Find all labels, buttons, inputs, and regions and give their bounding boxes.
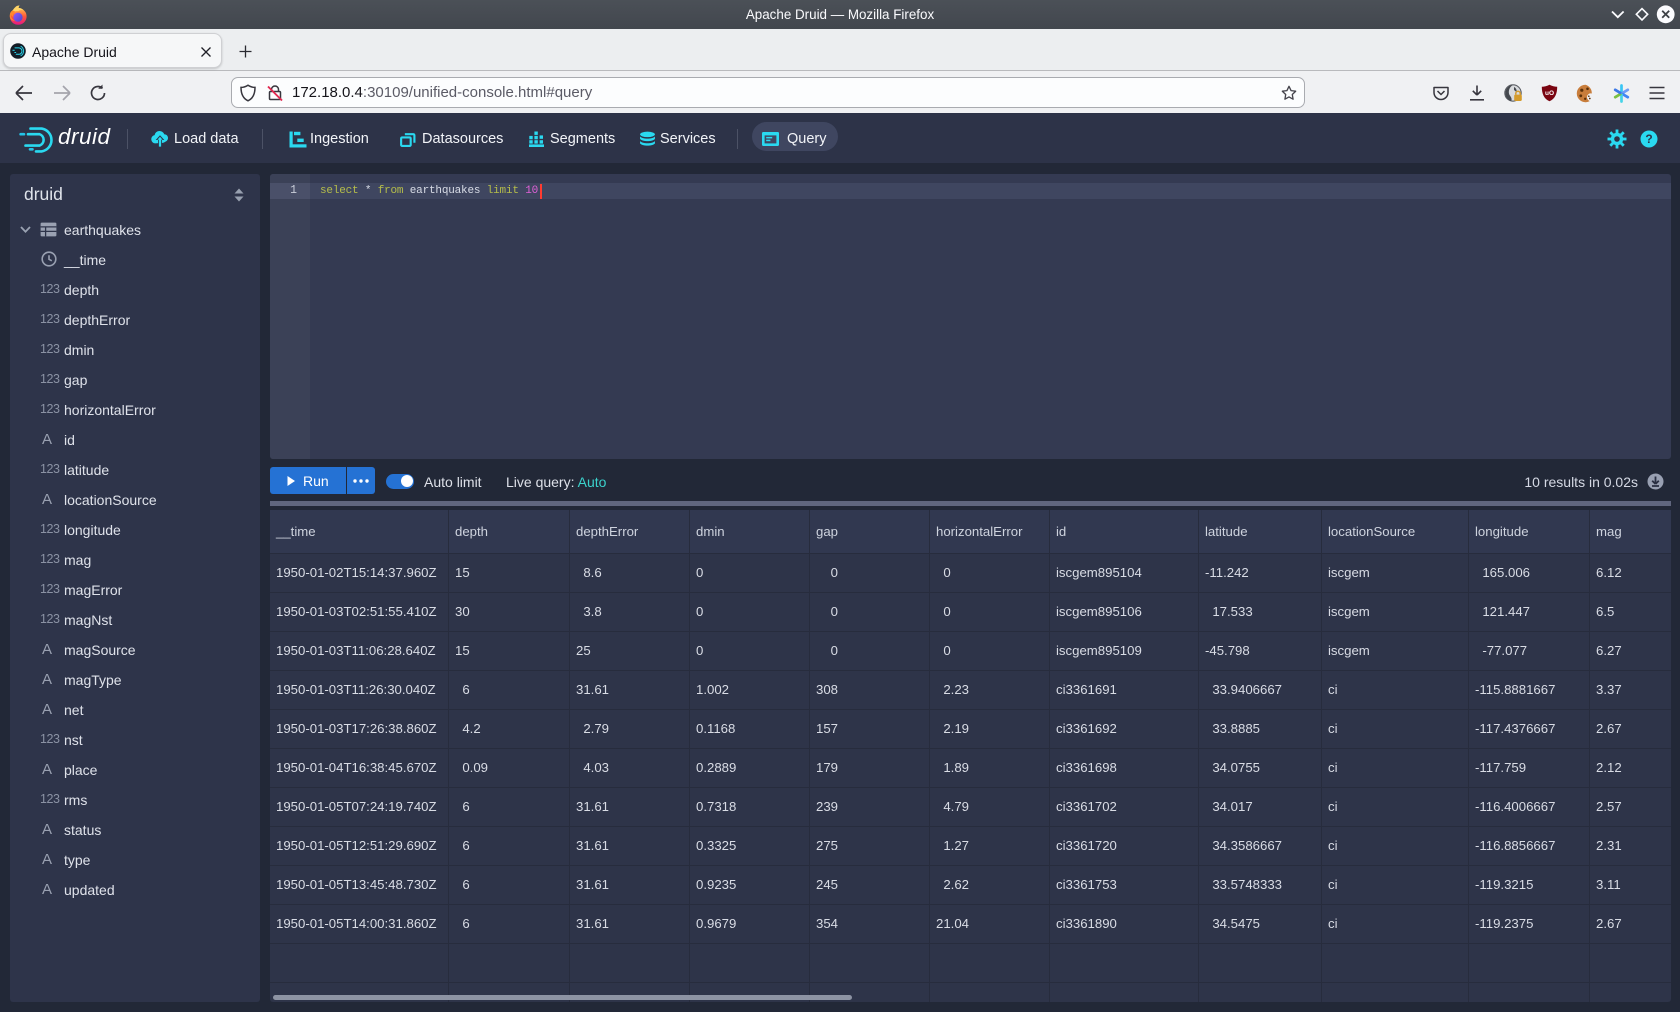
svg-text:uO: uO	[1545, 90, 1554, 97]
svg-text:?: ?	[1645, 132, 1652, 146]
